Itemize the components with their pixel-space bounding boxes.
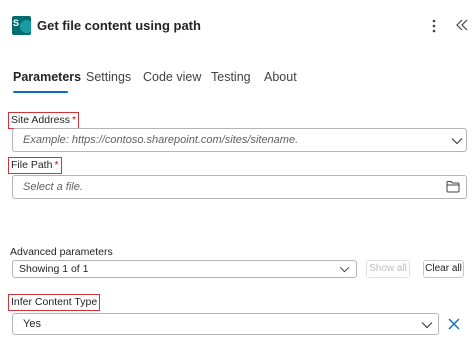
tab-testing[interactable]: Testing — [211, 70, 251, 84]
advanced-parameters-dropdown[interactable]: Showing 1 of 1 — [12, 260, 357, 278]
file-path-label: File Path * — [8, 157, 62, 174]
action-title[interactable]: Get file content using path — [37, 18, 201, 33]
tab-settings[interactable]: Settings — [86, 70, 131, 84]
clear-all-button[interactable]: Clear all — [423, 260, 464, 278]
site-address-dropdown[interactable]: Example: https://contoso.sharepoint.com/… — [12, 128, 467, 152]
chevron-down-icon[interactable] — [421, 321, 433, 329]
tab-parameters[interactable]: Parameters — [13, 70, 81, 84]
site-address-placeholder: Example: https://contoso.sharepoint.com/… — [23, 134, 299, 146]
site-address-label: Site Address * — [8, 112, 80, 129]
action-header: S Get file content using path — [0, 0, 474, 52]
double-chevron-left-icon[interactable] — [455, 17, 469, 33]
sharepoint-icon: S — [12, 16, 31, 35]
folder-icon[interactable] — [446, 180, 460, 193]
infer-content-type-label: Infer Content Type — [8, 294, 101, 311]
tab-code-view[interactable]: Code view — [143, 70, 201, 84]
chevron-down-icon[interactable] — [451, 137, 463, 145]
infer-content-type-dropdown[interactable]: Yes — [12, 313, 439, 335]
more-vertical-icon[interactable] — [429, 18, 439, 34]
tab-about[interactable]: About — [264, 70, 297, 84]
chevron-down-icon[interactable] — [339, 266, 350, 273]
advanced-parameters-label: Advanced parameters — [10, 246, 113, 258]
active-tab-indicator — [13, 91, 68, 93]
advanced-parameters-value: Showing 1 of 1 — [19, 263, 89, 275]
remove-parameter-icon[interactable] — [447, 317, 461, 331]
infer-content-type-value: Yes — [23, 318, 41, 330]
show-all-button[interactable]: Show all — [366, 260, 410, 278]
file-path-input[interactable]: Select a file. — [12, 175, 467, 199]
file-path-placeholder: Select a file. — [23, 181, 83, 193]
